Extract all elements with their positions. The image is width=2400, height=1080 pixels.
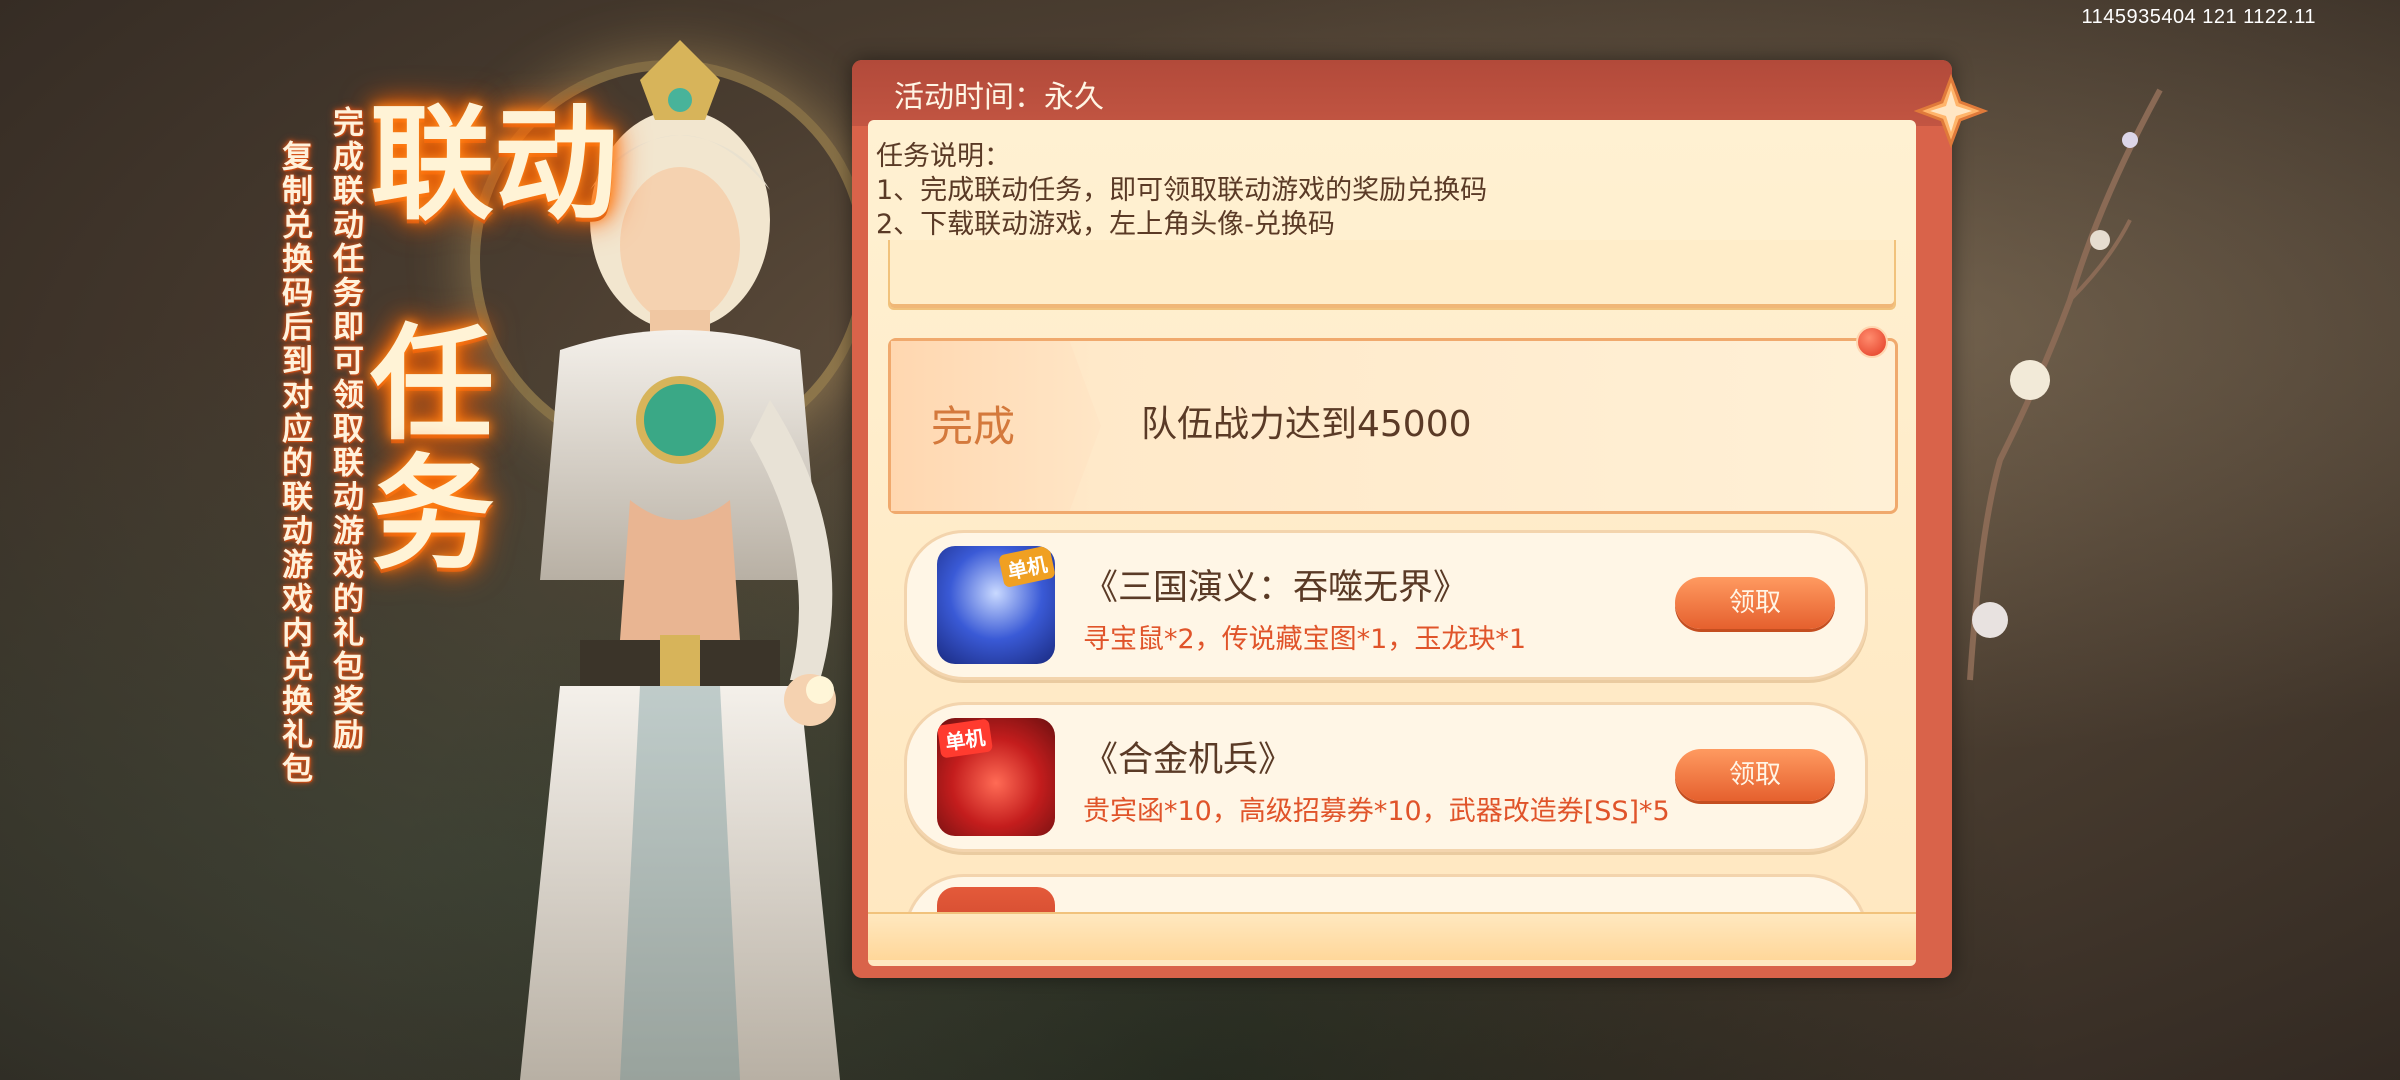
game-icon-hejin: 单机 [937, 718, 1055, 836]
panel-bottom-edge [868, 912, 1916, 960]
plum-branch-decoration [1967, 88, 2163, 681]
claim-button[interactable]: 领取 [1675, 577, 1835, 629]
vertical-note-1: 完成联动任务即可领取联动游戏的礼包奖励 [327, 106, 363, 752]
event-time: 活动时间：永久 [894, 80, 1104, 115]
game-icon-sanguo: 单机 [937, 546, 1055, 664]
reward-items: 贵宾函*10，高级招募券*10，武器改造券[SS]*5 [1083, 796, 1670, 827]
description-heading: 任务说明： [876, 141, 1011, 172]
reward-row: 单机 《三国演义：吞噬无界》 寻宝鼠*2，传说藏宝图*1，玉龙玦*1 领取 [904, 530, 1868, 680]
task-status: 完成 [931, 402, 1016, 451]
status-readout: 1145935404 121 1122.11 [2081, 6, 2316, 28]
event-title-line1: 联动 [370, 92, 619, 237]
task-description: 任务说明： 1、完成联动任务，即可领取联动游戏的奖励兑换码 2、下载联动游戏，左… [876, 140, 1876, 242]
vertical-note-2: 复制兑换码后到对应的联动游戏内兑换礼包 [276, 140, 312, 786]
task-panel: 活动时间：永久 任务说明： 1、完成联动任务，即可领取联动游戏的奖励兑换码 2、… [852, 60, 1952, 978]
event-title-line2: 任务 [370, 312, 495, 587]
icon-badge: 单机 [998, 546, 1055, 589]
close-icon[interactable] [1914, 74, 1988, 148]
game-title: 《合金机兵》 [1083, 740, 1294, 780]
reward-row: 单机 《合金机兵》 贵宾函*10，高级招募券*10，武器改造券[SS]*5 领取 [904, 702, 1868, 852]
task-requirement: 队伍战力达到45000 [1141, 404, 1472, 445]
claim-button[interactable]: 领取 [1675, 749, 1835, 801]
task-row: 完成 队伍战力达到45000 [888, 338, 1898, 514]
reward-items: 寻宝鼠*2，传说藏宝图*1，玉龙玦*1 [1083, 624, 1527, 655]
game-title: 《三国演义：吞噬无界》 [1083, 568, 1469, 608]
description-item-1: 1、完成联动任务，即可领取联动游戏的奖励兑换码 [876, 175, 1488, 206]
description-box-bottom [888, 240, 1896, 310]
red-dot-notification [1856, 326, 1888, 358]
icon-badge: 单机 [937, 718, 994, 759]
description-item-2: 2、下载联动游戏，左上角头像-兑换码 [876, 209, 1335, 240]
